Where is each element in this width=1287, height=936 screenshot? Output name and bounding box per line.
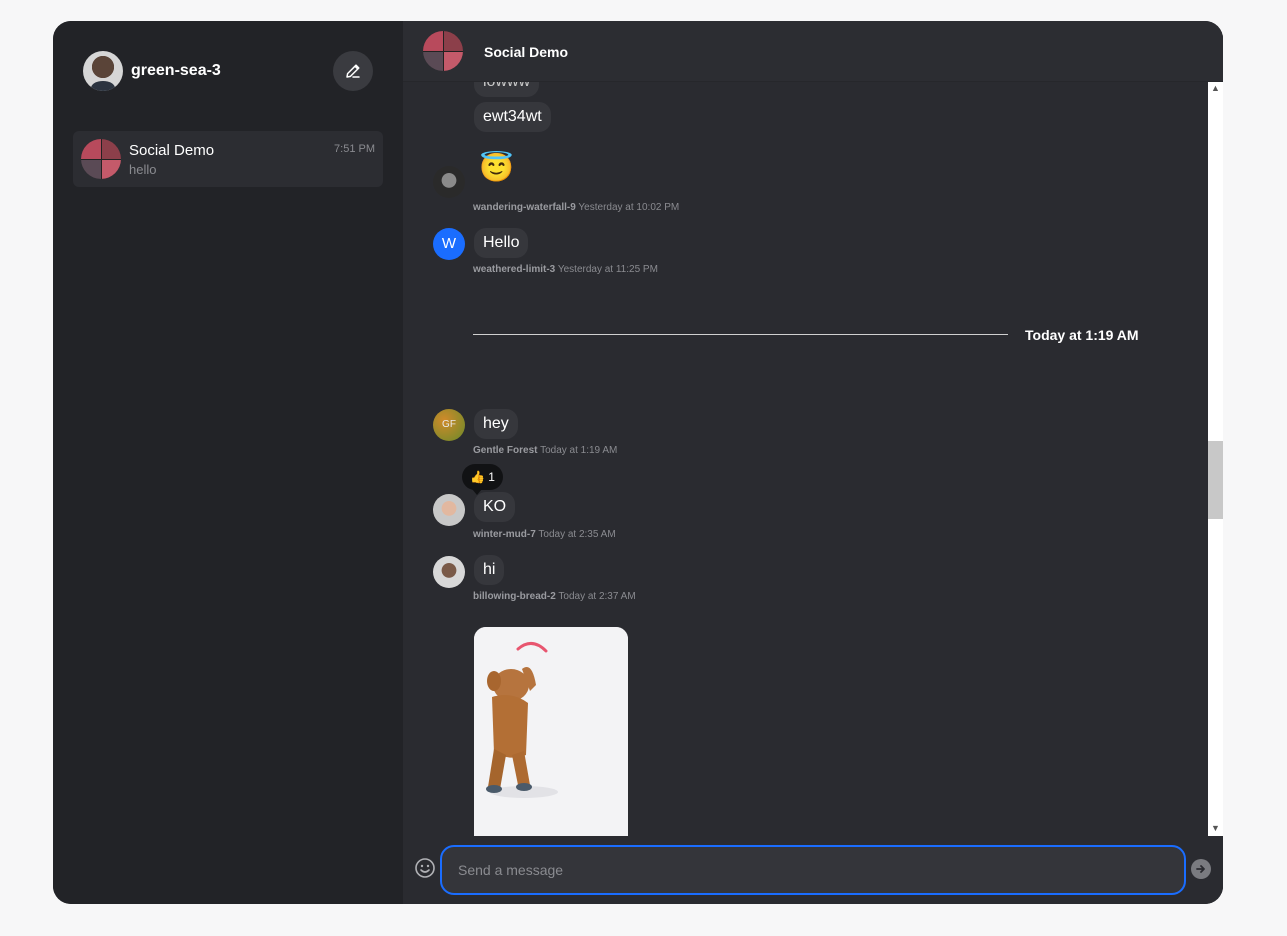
image-attachment[interactable] (474, 627, 628, 836)
message-input[interactable] (440, 845, 1186, 895)
message-bubble[interactable]: Hello (474, 228, 529, 258)
channel-last-message: hello (129, 162, 157, 177)
emoji-message[interactable]: 😇 (479, 151, 514, 185)
channel-item-social-demo[interactable]: Social Demo hello 7:51 PM (73, 131, 383, 187)
avatar-initial: W (441, 235, 457, 252)
message-bubble[interactable]: hey (474, 409, 518, 439)
message-meta: billowing-bread-2 Today at 2:37 AM (473, 591, 636, 602)
message-list[interactable]: lowww ewt34wt 😇 wandering-waterfall-9 Ye… (403, 81, 1208, 836)
compose-icon (346, 64, 360, 78)
message-time: Yesterday at 11:25 PM (557, 264, 658, 275)
message-composer (403, 836, 1223, 904)
channel-name: Social Demo (129, 142, 215, 159)
message-text: ewt34wt (483, 108, 542, 125)
message-bubble[interactable]: ewt34wt (474, 102, 551, 132)
message-author[interactable]: winter-mud-7 (473, 529, 536, 540)
costume-figure-image (474, 627, 628, 836)
message-meta: weathered-limit-3 Yesterday at 11:25 PM (473, 264, 658, 275)
message-author[interactable]: Gentle Forest (473, 445, 537, 456)
message-meta: Gentle Forest Today at 1:19 AM (473, 445, 617, 456)
avatar[interactable] (433, 556, 465, 588)
message-text: KO (483, 498, 507, 515)
message-time: Yesterday at 10:02 PM (578, 202, 680, 213)
message-text: hey (483, 415, 509, 432)
reaction-badge[interactable]: 👍 1 (462, 464, 503, 495)
compose-button[interactable] (333, 51, 373, 91)
chat-app: green-sea-3 Social Demo hello 7:51 PM So… (53, 21, 1223, 904)
scroll-up-icon[interactable]: ▲ (1211, 84, 1220, 93)
message-author[interactable]: weathered-limit-3 (473, 264, 555, 275)
message-text: hi (483, 561, 496, 578)
avatar[interactable] (433, 494, 465, 526)
message-time: Today at 1:19 AM (540, 445, 618, 456)
emoji-picker-button[interactable] (414, 857, 436, 879)
date-divider-label: Today at 1:19 AM (1025, 327, 1139, 343)
date-divider-line (473, 334, 1008, 335)
avatar[interactable]: GF (433, 409, 465, 441)
message-time: Today at 2:35 AM (538, 529, 616, 540)
channel-title: Social Demo (484, 44, 569, 60)
header-channel-avatar[interactable] (423, 31, 463, 71)
channel-header: Social Demo (403, 21, 1223, 81)
message-bubble[interactable]: KO (474, 492, 516, 522)
emoji-icon (415, 858, 435, 878)
message-text: Hello (483, 234, 520, 251)
message-meta: wandering-waterfall-9 Yesterday at 10:02… (473, 202, 679, 213)
user-avatar[interactable] (83, 51, 123, 91)
message-author[interactable]: billowing-bread-2 (473, 591, 556, 602)
reaction-count: 1 (488, 470, 495, 484)
message-bubble[interactable]: lowww (474, 81, 540, 97)
chat-panel: Social Demo lowww ewt34wt 😇 wandering-wa… (403, 21, 1223, 904)
send-icon (1196, 865, 1205, 873)
current-user[interactable]: green-sea-3 (83, 51, 221, 91)
message-text: lowww (483, 81, 531, 90)
send-button[interactable] (1191, 859, 1211, 879)
scroll-down-icon[interactable]: ▼ (1211, 824, 1220, 833)
message-meta: winter-mud-7 Today at 2:35 AM (473, 529, 616, 540)
message-time: Today at 2:37 AM (558, 591, 636, 602)
channel-timestamp: 7:51 PM (334, 143, 375, 155)
user-name: green-sea-3 (131, 62, 221, 79)
message-scrollbar[interactable]: ▲ ▼ (1208, 81, 1223, 836)
avatar-initials: GF (442, 419, 456, 430)
avatar[interactable] (433, 166, 465, 198)
message-author[interactable]: wandering-waterfall-9 (473, 202, 576, 213)
channel-avatar (81, 139, 121, 179)
message-bubble[interactable]: hi (474, 555, 505, 585)
scrollbar-thumb[interactable] (1208, 441, 1223, 519)
sidebar: green-sea-3 Social Demo hello 7:51 PM (53, 21, 403, 904)
avatar[interactable]: W (433, 228, 465, 260)
thumbs-up-icon: 👍 (470, 470, 485, 484)
